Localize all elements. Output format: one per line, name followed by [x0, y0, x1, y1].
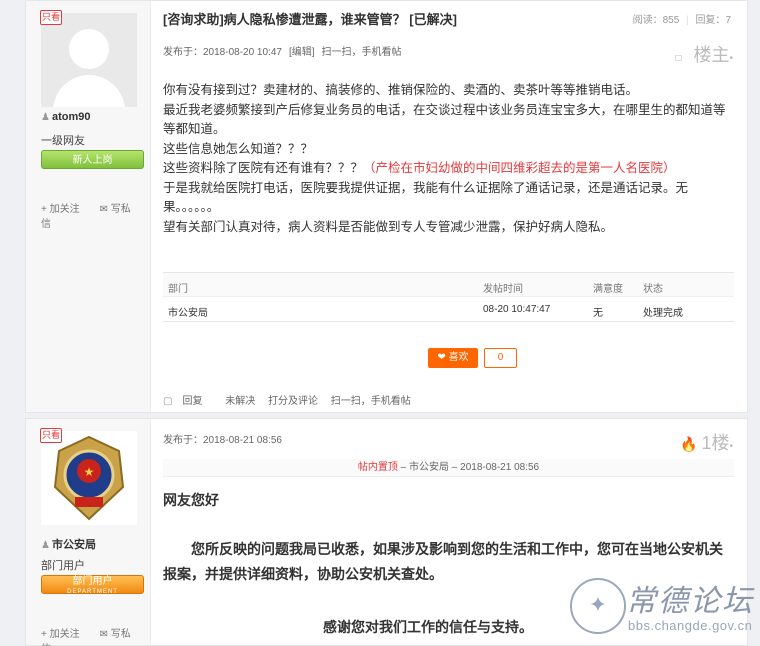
thread-stats: 阅读：855 | 回复：7 [632, 15, 731, 26]
forum-seal-icon: ✦ [570, 578, 626, 634]
reply-button[interactable]: ▢ 回复 [163, 396, 212, 407]
floor-label: □ 楼主• [675, 45, 733, 65]
post-content: 你有没有接到过？卖建材的、搞装修的、推销保险的、卖酒的、卖茶叶等等推销电话。 最… [163, 83, 726, 234]
heart-icon: ❤ [437, 352, 446, 363]
pinned-quote: 帖内置顶 – 市公安局 – 2018-08-21 08:56 [163, 459, 734, 477]
unresolved-button[interactable]: 未解决 [225, 396, 255, 407]
only-view-author-icon[interactable]: 只看 [40, 10, 62, 25]
edit-link[interactable]: [编辑] [289, 47, 315, 58]
follow-button[interactable]: + 加关注 [41, 629, 90, 640]
post-meta: 发布于：2018-08-20 10:47 [编辑] 扫一扫，手机看帖 [163, 47, 402, 58]
author-name[interactable]: ♟ atom90 [41, 111, 91, 123]
svg-text:★: ★ [84, 465, 95, 479]
author-actions: + 加关注✉ 写私信 [41, 200, 150, 230]
watermark-title: 常德论坛 [626, 584, 754, 619]
fire-icon: 🔥 [680, 436, 698, 452]
like-button[interactable]: ❤ 喜欢 [428, 348, 478, 368]
department-table: 部门 发帖时间 满意度 状态 市公安局 08-20 10:47:47 无 处理完… [163, 272, 734, 322]
table-header: 部门 发帖时间 满意度 状态 [163, 273, 734, 297]
author-name[interactable]: ♟ 市公安局 [41, 536, 96, 552]
reply-icon: ▢ [163, 396, 173, 407]
user-icon: ♟ [41, 540, 50, 551]
author-sidebar: 只看 ♟ atom90 一级网友 新人上岗 + 加关注 ✉ 写私信 [26, 1, 151, 412]
author-sidebar: ★ 只看 ♟ 市公安局 部门用户 部门用户 DEPARTMENT + 加关注 ✉ 写私… [26, 419, 151, 646]
author-level: 部门用户 [41, 560, 85, 572]
newbie-medal: 新人上岗 [41, 150, 144, 169]
table-row: 市公安局 08-20 10:47:47 无 处理完成 [168, 304, 683, 319]
post-actions: ▢ 回复 未解决 打分及评论 扫一扫，手机看帖 [163, 392, 421, 407]
forum-watermark: ✦ 常德论坛 bbs.changde.gov.cn [560, 574, 760, 646]
user-icon: ♟ [41, 112, 50, 123]
mobile-view-link[interactable]: 扫一扫，手机看帖 [322, 47, 402, 58]
floor-label: 🔥 1楼• [680, 433, 733, 453]
avatar[interactable] [41, 13, 137, 107]
only-view-author-icon[interactable]: 只看 [40, 428, 62, 443]
avatar[interactable]: ★ [41, 431, 137, 525]
reply-greeting: 网友您好 [163, 492, 219, 508]
collapse-icon[interactable]: □ [675, 53, 681, 64]
post-main: 只看 ♟ atom90 一级网友 新人上岗 + 加关注 ✉ 写私信 [咨询求助]病人… [25, 0, 748, 413]
post-meta: 发布于：2018-08-21 08:56 [163, 435, 282, 446]
watermark-url: bbs.changde.gov.cn [628, 618, 753, 633]
author-actions: + 加关注✉ 写私信 [41, 625, 150, 646]
thread-title: [咨询求助]病人隐私惨遭泄露，谁来管管？ [已解决] [163, 12, 457, 27]
post-body: [咨询求助]病人隐私惨遭泄露，谁来管管？ [已解决] 阅读：855 | 回复：7… [163, 1, 734, 412]
author-level: 一级网友 [41, 135, 85, 147]
department-medal: 部门用户 DEPARTMENT [41, 575, 144, 595]
rate-button[interactable]: 打分及评论 [268, 396, 318, 407]
police-emblem-icon: ★ [53, 435, 125, 521]
mobile-view-link[interactable]: 扫一扫，手机看帖 [331, 396, 411, 407]
like-count: 0 [484, 348, 517, 368]
follow-button[interactable]: + 加关注 [41, 204, 90, 215]
